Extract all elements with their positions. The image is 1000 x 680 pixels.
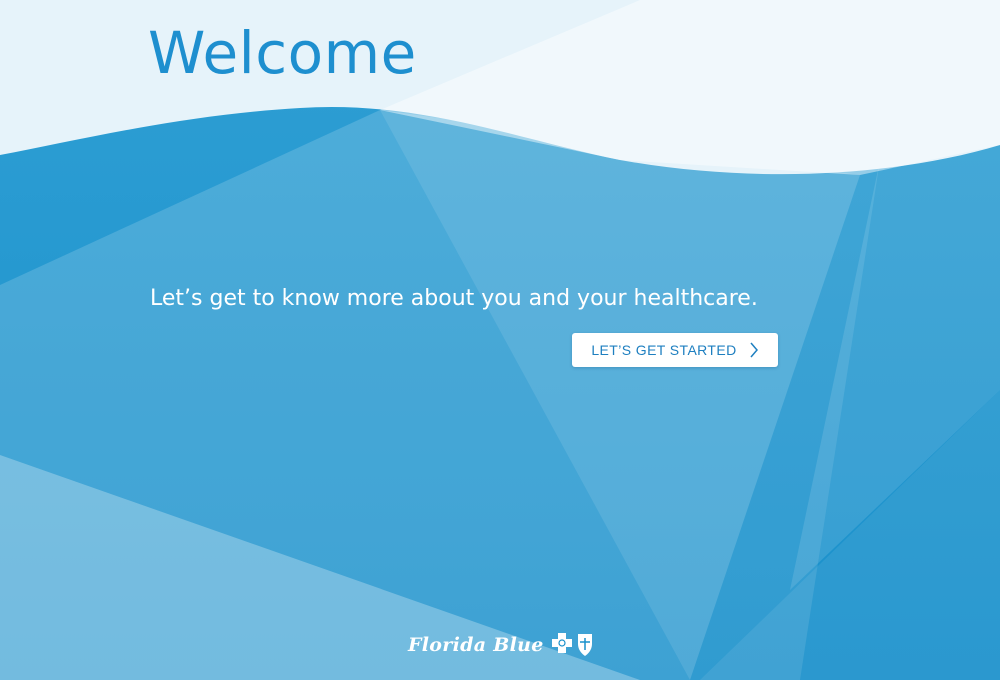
get-started-label: LET’S GET STARTED [591,342,737,358]
brand-logo: Florida Blue [408,628,596,662]
page-title: Welcome [148,19,417,87]
cross-shield-icon [551,633,592,656]
welcome-subtitle: Let’s get to know more about you and you… [150,286,758,311]
chevron-right-icon [750,342,758,358]
get-started-button[interactable]: LET’S GET STARTED [572,333,778,367]
brand-name: Florida Blue [408,634,544,656]
background-graphic [0,0,1000,680]
